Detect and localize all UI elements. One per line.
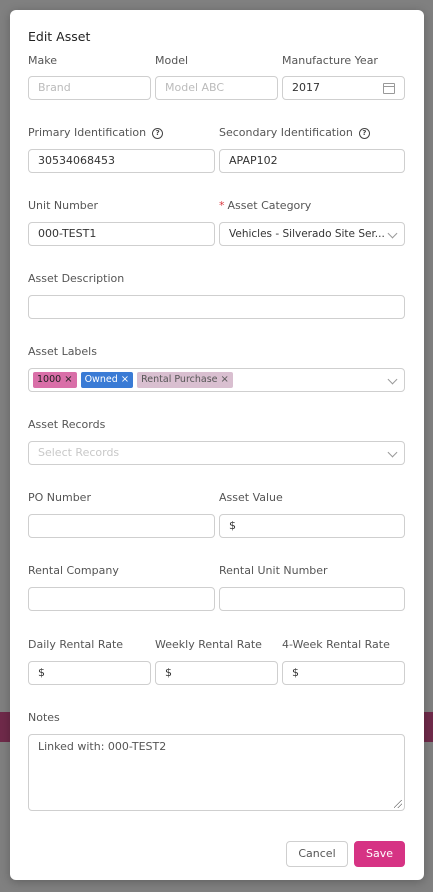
resize-handle[interactable] (394, 800, 402, 808)
asset-records-placeholder: Select Records (38, 446, 120, 459)
manufacture-year-label: Manufacture Year (282, 54, 378, 67)
tag-label: Rental Purchase (141, 374, 218, 385)
unit-number-input[interactable]: 000-TEST1 (28, 222, 215, 246)
model-input[interactable]: Model ABC (155, 76, 278, 100)
secondary-identification-value: APAP102 (229, 154, 278, 167)
asset-description-input[interactable] (28, 295, 405, 319)
unit-number-value: 000-TEST1 (38, 227, 97, 240)
primary-identification-text: Primary Identification (28, 126, 147, 139)
tag-label: 1000 (37, 374, 62, 385)
asset-records-label: Asset Records (28, 418, 106, 431)
help-icon[interactable]: ? (152, 128, 164, 139)
make-value: Brand (38, 81, 71, 94)
tag-label: Owned (84, 374, 118, 385)
calendar-icon[interactable] (383, 83, 395, 94)
tag-1000: 1000 × (33, 372, 77, 388)
asset-category-label: * Asset Category (219, 199, 311, 212)
asset-description-label: Asset Description (28, 272, 125, 285)
asset-category-text: Asset Category (227, 199, 312, 212)
asset-value-label: Asset Value (219, 491, 283, 504)
secondary-identification-text: Secondary Identification (219, 126, 353, 139)
currency-prefix: $ (229, 519, 236, 532)
rental-company-input[interactable] (28, 587, 215, 611)
modal-title: Edit Asset (28, 29, 91, 44)
remove-tag-icon[interactable]: × (64, 374, 72, 385)
chevron-down-icon (387, 374, 398, 385)
currency-prefix: $ (292, 666, 299, 679)
tag-owned: Owned × (80, 372, 134, 388)
remove-tag-icon[interactable]: × (221, 374, 229, 385)
model-label: Model (155, 54, 189, 67)
primary-identification-label: Primary Identification? (28, 126, 164, 139)
model-value: Model ABC (165, 81, 225, 94)
currency-prefix: $ (165, 666, 172, 679)
save-button[interactable]: Save (354, 841, 405, 867)
primary-identification-input[interactable]: 30534068453 (28, 149, 215, 173)
four-week-rental-rate-input[interactable]: $ (282, 661, 405, 685)
make-input[interactable]: Brand (28, 76, 151, 100)
make-label: Make (28, 54, 57, 67)
rental-unit-number-label: Rental Unit Number (219, 564, 328, 577)
required-marker: * (219, 199, 225, 212)
secondary-identification-label: Secondary Identification? (219, 126, 370, 139)
notes-textarea[interactable]: Linked with: 000-TEST2 (28, 734, 405, 811)
rental-company-label: Rental Company (28, 564, 119, 577)
currency-prefix: $ (38, 666, 45, 679)
four-week-rental-rate-label: 4-Week Rental Rate (282, 638, 390, 651)
primary-identification-value: 30534068453 (38, 154, 115, 167)
asset-records-select[interactable]: Select Records (28, 441, 405, 465)
cancel-button[interactable]: Cancel (286, 841, 348, 867)
remove-tag-icon[interactable]: × (121, 374, 129, 385)
edit-asset-modal: Edit Asset Make Brand Model Model ABC Ma… (10, 10, 424, 880)
notes-value: Linked with: 000-TEST2 (38, 740, 167, 753)
help-icon[interactable]: ? (358, 128, 370, 139)
daily-rental-rate-input[interactable]: $ (28, 661, 151, 685)
daily-rental-rate-label: Daily Rental Rate (28, 638, 124, 651)
po-number-input[interactable] (28, 514, 215, 538)
asset-category-value: Vehicles - Silverado Site Ser... (229, 228, 385, 240)
notes-label: Notes (28, 711, 60, 724)
weekly-rental-rate-label: Weekly Rental Rate (155, 638, 262, 651)
chevron-down-icon (387, 447, 398, 458)
secondary-identification-input[interactable]: APAP102 (219, 149, 405, 173)
chevron-down-icon (387, 228, 398, 239)
asset-value-input[interactable]: $ (219, 514, 405, 538)
manufacture-year-value: 2017 (292, 81, 320, 94)
asset-labels-label: Asset Labels (28, 345, 97, 358)
tag-rental-purchase: Rental Purchase × (137, 372, 233, 388)
weekly-rental-rate-input[interactable]: $ (155, 661, 278, 685)
unit-number-label: Unit Number (28, 199, 99, 212)
po-number-label: PO Number (28, 491, 91, 504)
asset-category-select[interactable]: Vehicles - Silverado Site Ser... (219, 222, 405, 246)
rental-unit-number-input[interactable] (219, 587, 405, 611)
asset-labels-select[interactable]: 1000 × Owned × Rental Purchase × (28, 368, 405, 392)
manufacture-year-picker[interactable]: 2017 (282, 76, 405, 100)
